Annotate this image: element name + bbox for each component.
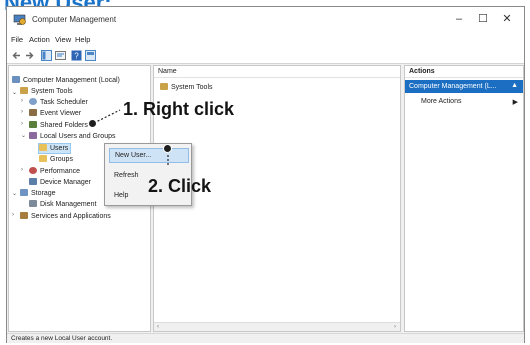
annotation-lines [93,109,169,167]
step1-leader-line [93,109,121,124]
step1-marker-dot [88,119,97,128]
annotation-step2: 2. Click [148,176,212,196]
annotation-step1: 1. Right click [123,99,235,119]
step2-marker-dot [163,144,172,153]
